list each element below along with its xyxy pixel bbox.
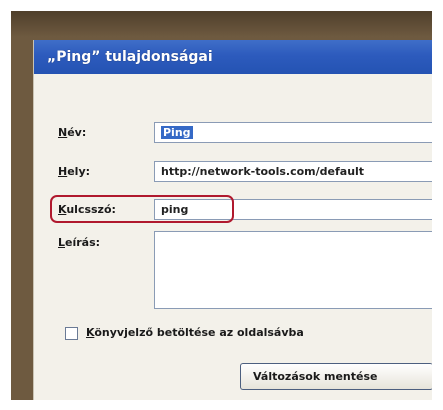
location-field[interactable]: http://network-tools.com/default	[154, 161, 432, 182]
frame-top-edge	[11, 11, 432, 37]
location-value: http://network-tools.com/default	[161, 165, 365, 178]
properties-dialog: „Ping” tulajdonságai Név: Ping Hely: htt…	[33, 40, 432, 400]
dialog-title-bar[interactable]: „Ping” tulajdonságai	[34, 40, 432, 74]
sidebar-checkbox[interactable]	[65, 327, 78, 340]
save-changes-button[interactable]: Változások mentése	[240, 363, 432, 390]
keyword-highlight-box	[50, 195, 234, 223]
description-textarea[interactable]	[154, 231, 432, 309]
description-label: Leírás:	[58, 236, 101, 249]
name-value: Ping	[161, 126, 193, 139]
dialog-title: „Ping” tulajdonságai	[47, 49, 213, 65]
sidebar-checkbox-label[interactable]: Könyvjelző betöltése az oldalsávba	[86, 326, 304, 339]
name-label: Név:	[58, 126, 87, 139]
location-label: Hely:	[58, 165, 91, 178]
photo-frame: „Ping” tulajdonságai Név: Ping Hely: htt…	[11, 11, 432, 400]
name-field[interactable]: Ping	[154, 122, 432, 143]
